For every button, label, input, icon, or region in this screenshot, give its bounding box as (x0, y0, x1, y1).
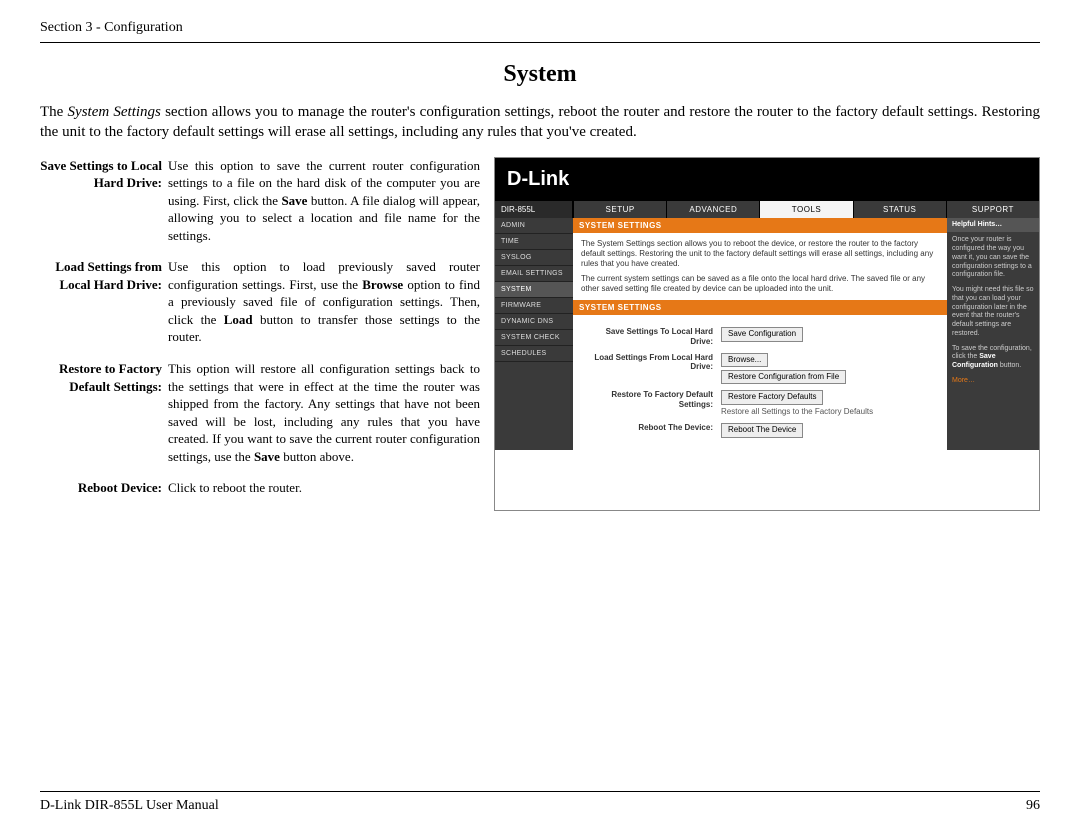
brand-bar: D-Link (495, 158, 1039, 201)
form-label: Restore To Factory Default Settings: (581, 390, 721, 409)
form-field: Save Configuration (721, 327, 939, 341)
form-field: Browse... Restore Configuration from File (721, 353, 939, 385)
hints-p3: To save the configuration, click the Sav… (952, 345, 1034, 371)
section1-p1: The System Settings section allows you t… (581, 239, 939, 270)
definition-term: Reboot Device: (40, 479, 168, 497)
definition-row: Save Settings to Local Hard Drive:Use th… (40, 157, 480, 245)
intro-rest: section allows you to manage the router'… (40, 104, 1040, 140)
tabs-row: DIR-855L SETUPADVANCEDTOOLSSTATUSSUPPORT (495, 201, 1039, 218)
button[interactable]: Reboot The Device (721, 423, 803, 437)
section1-p2: The current system settings can be saved… (581, 274, 939, 295)
form-row: Load Settings From Local Hard Drive:Brow… (581, 353, 939, 385)
section-body-2: Save Settings To Local Hard Drive:Save C… (573, 315, 947, 449)
sidebar-item-syslog[interactable]: SYSLOG (495, 250, 573, 266)
form-note: Restore all Settings to the Factory Defa… (721, 407, 939, 417)
definition-term: Restore to Factory Default Settings: (40, 360, 168, 465)
hints-p1: Once your router is configured the way y… (952, 236, 1034, 280)
definition-desc: This option will restore all configurati… (168, 360, 480, 465)
intro-lead: The (40, 104, 68, 120)
hints-title: Helpful Hints… (947, 218, 1039, 233)
hints-more-link[interactable]: More… (952, 377, 1034, 386)
definition-desc: Click to reboot the router. (168, 479, 480, 497)
sidebar-item-dynamic-dns[interactable]: DYNAMIC DNS (495, 314, 573, 330)
form-label: Reboot The Device: (581, 423, 721, 433)
form-row: Restore To Factory Default Settings:Rest… (581, 390, 939, 417)
hints-p2: You might need this file so that you can… (952, 286, 1034, 339)
section-title-2: SYSTEM SETTINGS (573, 300, 947, 315)
sidebar-item-schedules[interactable]: SCHEDULES (495, 346, 573, 362)
router-screenshot: D-Link DIR-855L SETUPADVANCEDTOOLSSTATUS… (494, 157, 1040, 511)
router-sidebar: ADMINTIMESYSLOGEMAIL SETTINGSSYSTEMFIRMW… (495, 218, 573, 450)
button[interactable]: Save Configuration (721, 327, 803, 341)
tab-status[interactable]: STATUS (853, 201, 946, 218)
sidebar-item-admin[interactable]: ADMIN (495, 218, 573, 234)
definition-row: Load Settings from Local Hard Drive:Use … (40, 258, 480, 346)
tab-tools[interactable]: TOOLS (759, 201, 852, 218)
button[interactable]: Browse... (721, 353, 768, 367)
sidebar-item-system[interactable]: SYSTEM (495, 282, 573, 298)
definition-desc: Use this option to save the current rout… (168, 157, 480, 245)
definition-row: Restore to Factory Default Settings:This… (40, 360, 480, 465)
definition-term: Save Settings to Local Hard Drive: (40, 157, 168, 245)
intro-paragraph: The System Settings section allows you t… (40, 102, 1040, 143)
form-label: Load Settings From Local Hard Drive: (581, 353, 721, 372)
button[interactable]: Restore Configuration from File (721, 370, 846, 384)
page-header: Section 3 - Configuration (40, 20, 1040, 43)
footer-page-number: 96 (1026, 798, 1040, 814)
page-title: System (40, 61, 1040, 88)
footer-left: D-Link DIR-855L User Manual (40, 798, 219, 814)
definition-desc: Use this option to load previously saved… (168, 258, 480, 346)
tab-advanced[interactable]: ADVANCED (666, 201, 759, 218)
tab-setup[interactable]: SETUP (573, 201, 666, 218)
section-body-1: The System Settings section allows you t… (573, 233, 947, 301)
sidebar-item-system-check[interactable]: SYSTEM CHECK (495, 330, 573, 346)
intro-emphasis: System Settings (68, 104, 161, 120)
definition-row: Reboot Device:Click to reboot the router… (40, 479, 480, 497)
button[interactable]: Restore Factory Defaults (721, 390, 823, 404)
form-field: Reboot The Device (721, 423, 939, 437)
section-title-1: SYSTEM SETTINGS (573, 218, 947, 233)
tab-support[interactable]: SUPPORT (946, 201, 1039, 218)
form-row: Save Settings To Local Hard Drive:Save C… (581, 327, 939, 346)
form-label: Save Settings To Local Hard Drive: (581, 327, 721, 346)
sidebar-item-firmware[interactable]: FIRMWARE (495, 298, 573, 314)
form-field: Restore Factory Defaults Restore all Sett… (721, 390, 939, 417)
helpful-hints: Helpful Hints… Once your router is confi… (947, 218, 1039, 450)
definitions-column: Save Settings to Local Hard Drive:Use th… (40, 157, 480, 511)
model-label: DIR-855L (495, 201, 573, 218)
definition-term: Load Settings from Local Hard Drive: (40, 258, 168, 346)
sidebar-item-email-settings[interactable]: EMAIL SETTINGS (495, 266, 573, 282)
form-row: Reboot The Device:Reboot The Device (581, 423, 939, 437)
content-row: Save Settings to Local Hard Drive:Use th… (40, 157, 1040, 511)
sidebar-item-time[interactable]: TIME (495, 234, 573, 250)
page-footer: D-Link DIR-855L User Manual 96 (40, 791, 1040, 814)
brand-logo: D-Link (507, 168, 569, 190)
